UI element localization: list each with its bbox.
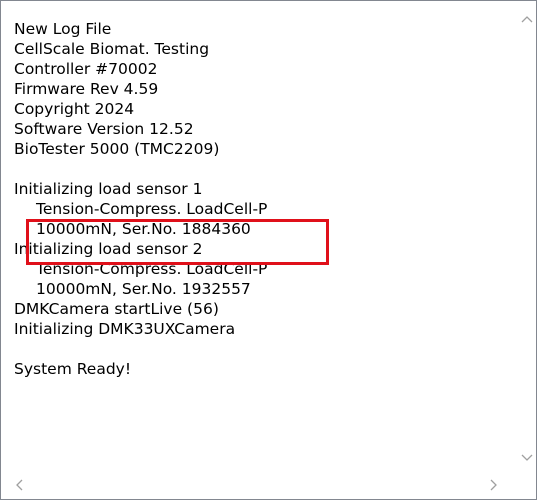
log-line: Initializing load sensor 2 [14, 240, 203, 258]
scroll-right-button[interactable] [484, 475, 503, 494]
log-line: Tension-Compress. LoadCell-P [36, 260, 268, 278]
log-line: 10000mN, Ser.No. 1884360 [36, 220, 251, 238]
log-content: New Log File CellScale Biomat. Testing Con… [14, 19, 504, 379]
scrollbar-corner [517, 469, 536, 499]
log-textbox[interactable]: New Log File CellScale Biomat. Testing Con… [0, 0, 537, 500]
chevron-down-icon [521, 454, 532, 461]
chevron-left-icon [15, 479, 22, 490]
log-line: Firmware Rev 4.59 [14, 80, 159, 98]
log-line: Initializing load sensor 1 [14, 180, 203, 198]
scroll-up-button[interactable] [517, 9, 536, 28]
log-line: New Log File [14, 20, 112, 38]
log-line: Copyright 2024 [14, 100, 135, 118]
log-line: CellScale Biomat. Testing [14, 40, 210, 58]
log-line: Tension-Compress. LoadCell-P [36, 200, 268, 218]
log-line: 10000mN, Ser.No. 1932557 [36, 280, 251, 298]
log-line: DMKCamera startLive (56) [14, 300, 219, 318]
scroll-left-button[interactable] [9, 475, 28, 494]
vertical-scrollbar[interactable] [517, 1, 536, 467]
log-line: Software Version 12.52 [14, 120, 194, 138]
scroll-down-button[interactable] [517, 448, 536, 467]
horizontal-scrollbar[interactable] [1, 469, 517, 499]
chevron-up-icon [521, 15, 532, 22]
log-line: BioTester 5000 (TMC2209) [14, 140, 220, 158]
log-line: Initializing DMK33UXCamera [14, 320, 236, 338]
chevron-right-icon [490, 479, 497, 490]
log-line: Controller #70002 [14, 60, 158, 78]
log-line: System Ready! [14, 360, 132, 378]
